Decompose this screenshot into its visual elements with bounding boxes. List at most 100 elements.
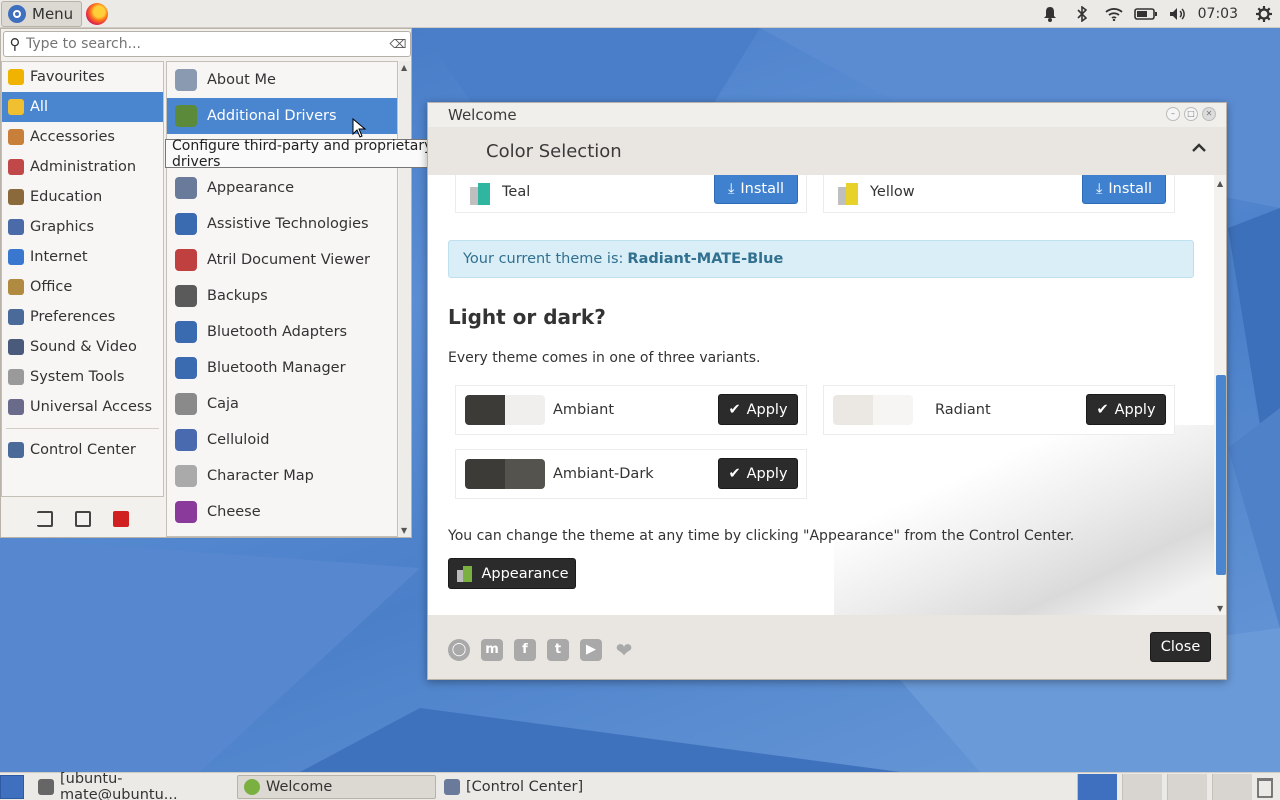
task-label-terminal: [ubuntu-mate@ubuntu... [60,771,178,800]
power-icon[interactable] [112,511,129,527]
app-label: Backups [207,288,268,304]
category-item-internet[interactable]: Internet [2,242,163,272]
app-item-appearance[interactable]: Appearance [167,170,397,206]
workspace-4[interactable] [1212,774,1252,800]
firefox-launcher-icon[interactable] [86,2,109,25]
category-item-favourites[interactable]: Favourites [2,62,163,92]
workspace-2[interactable] [1122,774,1162,800]
clock[interactable]: 07:03 [1194,6,1248,22]
bluetooth-icon[interactable] [1066,0,1098,28]
app-item-bluetooth-manager[interactable]: Bluetooth Manager [167,350,397,386]
ubuntu-mate-social-icon[interactable]: ◯ [448,639,470,661]
mouse-cursor-icon [352,118,366,138]
main-menu-button[interactable]: Menu [1,0,83,27]
category-item-graphics[interactable]: Graphics [2,212,163,242]
category-icon [8,339,24,355]
category-label: Office [30,279,73,295]
wifi-icon[interactable] [1098,0,1130,28]
category-item-preferences[interactable]: Preferences [2,302,163,332]
app-icon [175,465,197,487]
variant-name-ambiant-dark: Ambiant-Dark [553,466,654,482]
app-item-backups[interactable]: Backups [167,278,397,314]
scroll-up-icon[interactable]: ▲ [1217,179,1223,188]
app-item-celluloid[interactable]: Celluloid [167,422,397,458]
app-item-cheese[interactable]: Cheese [167,494,397,530]
notification-bell-icon[interactable] [1034,0,1066,28]
welcome-footer: ◯ m f t ▶ ❤ Close [428,615,1226,679]
category-item-sound-video[interactable]: Sound & Video [2,332,163,362]
trash-icon[interactable] [1256,776,1274,798]
lock-screen-icon[interactable] [74,511,91,527]
bottom-panel: [ubuntu-mate@ubuntu... Welcome [Control … [0,771,1280,800]
taskbar-item-welcome[interactable]: Welcome [237,775,436,799]
app-icon [175,105,197,127]
category-label: Administration [30,159,137,175]
apply-ambiant-dark-button[interactable]: ✔ Apply [718,458,798,489]
apply-ambiant-button[interactable]: ✔ Apply [718,394,798,425]
category-item-system-tools[interactable]: System Tools [2,362,163,392]
scroll-up-icon[interactable]: ▲ [401,63,407,72]
scroll-down-icon[interactable]: ▼ [401,526,407,535]
donate-heart-icon[interactable]: ❤ [613,639,635,661]
menu-search-input[interactable] [26,36,386,52]
system-tray: 07:03 [1034,0,1280,28]
category-item-universal-access[interactable]: Universal Access [2,392,163,422]
show-desktop-icon[interactable] [0,775,24,799]
youtube-icon[interactable]: ▶ [580,639,602,661]
welcome-scrollbar[interactable]: ▲ ▼ [1214,175,1226,615]
welcome-content: Teal ⤓ Install Yellow ⤓ Install Your cur… [428,175,1214,615]
apply-radiant-button[interactable]: ✔ Apply [1086,394,1166,425]
taskbar-item-terminal[interactable]: [ubuntu-mate@ubuntu... [32,771,232,800]
minimize-icon[interactable]: – [1166,107,1180,121]
close-welcome-button[interactable]: Close [1150,632,1211,662]
app-item-about-me[interactable]: About Me [167,62,397,98]
category-label: Graphics [30,219,95,235]
app-icon [175,249,197,271]
download-icon: ⤓ [727,180,735,197]
taskbar-item-control-center[interactable]: [Control Center] [438,775,638,799]
window-close-icon[interactable]: ✕ [1202,107,1216,121]
category-list: Favourites All Accessories Administration Ed… [1,61,164,497]
category-label: Sound & Video [30,339,137,355]
app-item-bluetooth-adapters[interactable]: Bluetooth Adapters [167,314,397,350]
window-title[interactable]: Welcome [428,103,1226,127]
control-center-icon [444,779,460,795]
app-item-assistive-technologies[interactable]: Assistive Technologies [167,206,397,242]
app-item-caja[interactable]: Caja [167,386,397,422]
clear-search-icon[interactable]: ⌫ [386,37,410,51]
app-item-character-map[interactable]: Character Map [167,458,397,494]
category-item-education[interactable]: Education [2,182,163,212]
terminal-icon [38,779,54,795]
task-label-welcome: Welcome [266,779,333,795]
log-out-icon[interactable] [36,511,53,527]
appearance-button[interactable]: Appearance [448,558,576,589]
category-item-office[interactable]: Office [2,272,163,302]
workspace-3[interactable] [1167,774,1207,800]
category-item-accessories[interactable]: Accessories [2,122,163,152]
app-item-atril-document-viewer[interactable]: Atril Document Viewer [167,242,397,278]
app-icon [175,285,197,307]
radiant-swatch [833,395,913,425]
category-item-all[interactable]: All [2,92,163,122]
current-theme-name: Radiant-MATE-Blue [627,251,784,267]
facebook-icon[interactable]: f [514,639,536,661]
twitter-icon[interactable]: t [547,639,569,661]
app-label: Cheese [207,504,261,520]
scrollbar-thumb[interactable] [1216,375,1226,575]
category-label: Internet [30,249,88,265]
settings-gear-icon[interactable] [1248,0,1280,28]
battery-icon[interactable] [1130,0,1162,28]
workspace-1[interactable] [1077,774,1117,800]
category-item-control-center[interactable]: Control Center [2,435,163,465]
light-or-dark-heading: Light or dark? [448,305,606,329]
category-item-administration[interactable]: Administration [2,152,163,182]
install-yellow-button[interactable]: ⤓ Install [1082,175,1166,204]
mastodon-icon[interactable]: m [481,639,503,661]
chevron-up-icon[interactable] [1192,141,1206,157]
application-list-scrollbar[interactable]: ▲ ▼ [399,61,411,537]
maximize-icon[interactable]: □ [1184,107,1198,121]
volume-icon[interactable] [1162,0,1194,28]
install-teal-button[interactable]: ⤓ Install [714,175,798,204]
scroll-down-icon[interactable]: ▼ [1217,604,1223,613]
color-selection-header[interactable]: Color Selection [428,127,1226,175]
